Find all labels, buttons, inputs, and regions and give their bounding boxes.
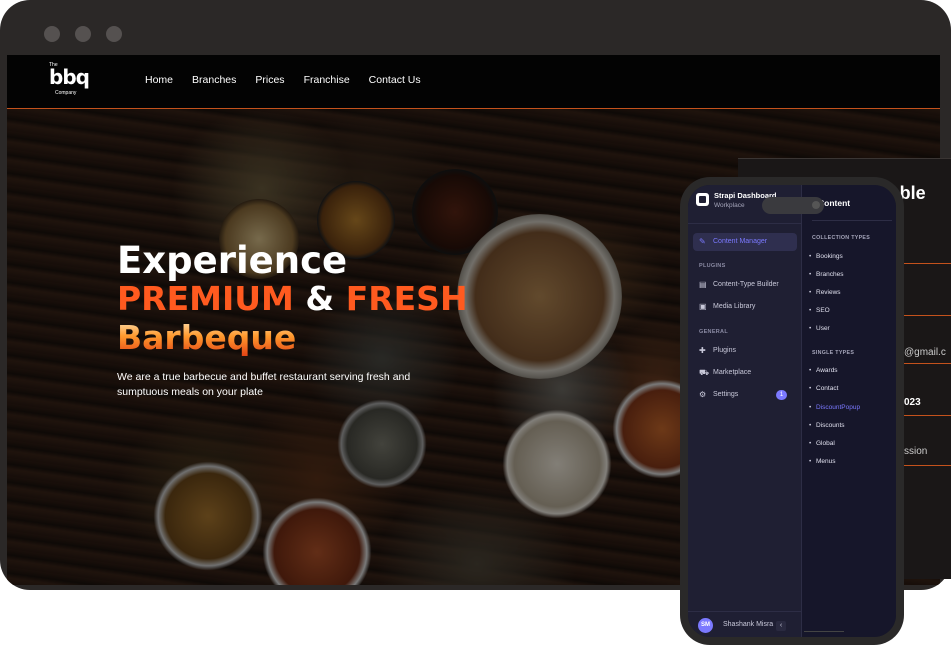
email-field-value[interactable]: @gmail.c: [904, 347, 946, 358]
strapi-logo-icon: [696, 193, 709, 206]
site-navbar: The bbq Company Home Branches Prices Fra…: [7, 55, 940, 109]
collection-item-reviews[interactable]: Reviews: [809, 289, 840, 296]
single-item-global[interactable]: Global: [809, 440, 835, 447]
hero-heading-experience: Experience: [117, 239, 348, 282]
sidebar-item-label: Content Manager: [713, 238, 768, 245]
collection-item-branches[interactable]: Branches: [809, 271, 844, 278]
strapi-screen: Strapi Dashboard Workplace ✎ Content Man…: [688, 185, 896, 637]
settings-badge: 1: [776, 390, 787, 400]
strapi-sidebar: Strapi Dashboard Workplace ✎ Content Man…: [688, 185, 802, 637]
sidebar-item-content-type-builder[interactable]: ▤ Content-Type Builder: [693, 276, 797, 294]
window-dot-close[interactable]: [44, 26, 60, 42]
hero-premium-word: PREMIUM: [117, 279, 294, 318]
layout-icon: ▤: [699, 280, 707, 289]
plugins-section-heading: PLUGINS: [699, 263, 726, 269]
date-field-value[interactable]: 023: [904, 397, 921, 408]
puzzle-icon: ✚: [699, 346, 706, 355]
hero-amp: &: [305, 279, 335, 318]
collection-item-user[interactable]: User: [809, 325, 830, 332]
nav-contact-us[interactable]: Contact Us: [369, 74, 421, 86]
sidebar-item-marketplace[interactable]: ⛟ Marketplace: [693, 364, 797, 382]
sidebar-item-label: Marketplace: [713, 369, 752, 376]
content-manager-nav: Content COLLECTION TYPES Bookings Branch…: [802, 185, 896, 637]
single-item-contact[interactable]: Contact: [809, 385, 839, 392]
nav-home[interactable]: Home: [145, 74, 173, 86]
single-types-heading: SINGLE TYPES: [812, 350, 855, 356]
single-item-discounts[interactable]: Discounts: [809, 422, 844, 429]
nav-links: Home Branches Prices Franchise Contact U…: [145, 74, 440, 86]
single-item-discountpopup[interactable]: DiscountPopup: [809, 404, 860, 411]
session-field-value[interactable]: ssion: [904, 446, 927, 457]
phone-notch: [762, 197, 824, 214]
divider: [804, 631, 844, 632]
single-item-menus[interactable]: Menus: [809, 458, 835, 465]
nav-prices[interactable]: Prices: [255, 74, 284, 86]
sidebar-item-media-library[interactable]: ▣ Media Library: [693, 298, 797, 316]
hero-subtitle: We are a true barbecue and buffet restau…: [117, 371, 411, 398]
sidebar-item-content-manager[interactable]: ✎ Content Manager: [693, 233, 797, 251]
logo-bottom-text: Company: [55, 90, 77, 96]
user-name: Shashank Misra: [723, 621, 774, 628]
phone-mockup: Strapi Dashboard Workplace ✎ Content Man…: [680, 177, 904, 645]
hero-fresh-word: FRESH: [345, 279, 468, 318]
single-item-awards[interactable]: Awards: [809, 367, 837, 374]
window-dot-maximize[interactable]: [106, 26, 122, 42]
divider: [812, 220, 892, 221]
window-dot-minimize[interactable]: [75, 26, 91, 42]
nav-branches[interactable]: Branches: [192, 74, 236, 86]
gear-icon: ⚙: [699, 390, 707, 399]
sidebar-item-label: Content-Type Builder: [713, 281, 779, 288]
feather-icon: ✎: [699, 237, 706, 246]
sidebar-item-settings[interactable]: ⚙ Settings 1: [693, 386, 797, 404]
workplace-label: Workplace: [714, 202, 745, 209]
collection-types-heading: COLLECTION TYPES: [812, 235, 871, 241]
sidebar-footer: SM Shashank Misra ‹: [688, 611, 801, 637]
sidebar-item-label: Media Library: [713, 303, 756, 310]
logo-mark: bbq: [49, 65, 90, 89]
bbq-logo[interactable]: The bbq Company: [48, 62, 94, 102]
sidebar-item-plugins[interactable]: ✚ Plugins: [693, 342, 797, 360]
nav-franchise[interactable]: Franchise: [304, 74, 350, 86]
collection-item-seo[interactable]: SEO: [809, 307, 830, 314]
collection-item-bookings[interactable]: Bookings: [809, 253, 843, 260]
hero-text-block: Experience PREMIUM & FRESH Barbeque We a…: [117, 241, 468, 400]
cart-icon: ⛟: [699, 368, 710, 377]
collapse-sidebar-button[interactable]: ‹: [776, 621, 786, 631]
general-section-heading: GENERAL: [699, 329, 728, 335]
sidebar-item-label: Plugins: [713, 347, 736, 354]
sidebar-item-label: Settings: [713, 391, 739, 398]
hero-heading-premium-fresh: PREMIUM & FRESH: [117, 280, 468, 318]
hero-heading-barbeque: Barbeque: [117, 318, 468, 358]
avatar[interactable]: SM: [698, 618, 713, 633]
image-icon: ▣: [699, 302, 707, 311]
